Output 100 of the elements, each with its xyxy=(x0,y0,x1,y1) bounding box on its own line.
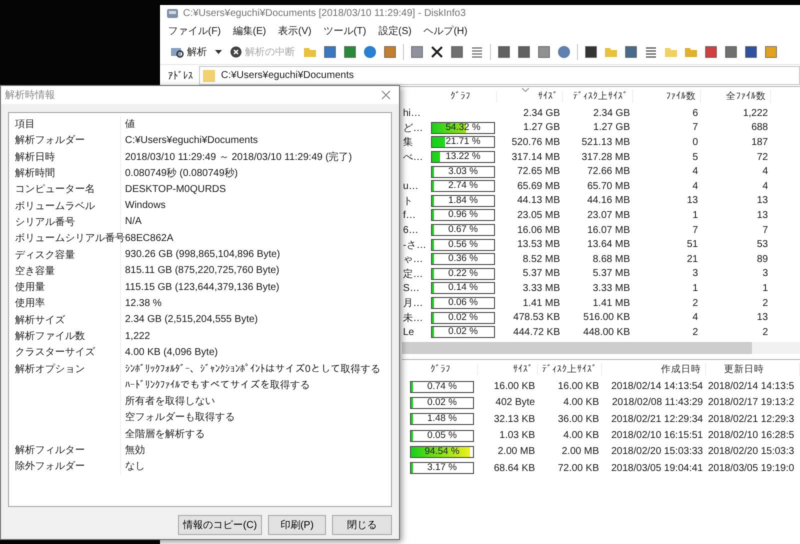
table-cell: 2.00 MB xyxy=(562,446,599,458)
table-cell: 72 xyxy=(756,152,768,163)
column-header[interactable]: ﾃﾞｨｽｸ上ｻｲｽﾞ xyxy=(563,90,633,103)
item-value: 無効 xyxy=(125,445,145,456)
item-label: 解析時間 xyxy=(15,166,55,180)
item-label: 除外フォルダー xyxy=(15,460,85,474)
table-cell: 13 xyxy=(686,195,698,206)
table-cell: 7 xyxy=(762,224,768,236)
table-cell: 4 xyxy=(762,166,768,178)
item-label: クラスターサイズ xyxy=(15,346,95,360)
table-cell: 187 xyxy=(751,136,768,148)
list-icon[interactable] xyxy=(644,45,658,59)
table-cell: 月… xyxy=(403,298,423,310)
table-cell: 688 xyxy=(751,122,768,134)
item-value: なし xyxy=(125,461,145,472)
table-cell: 3.33 MB xyxy=(592,282,630,294)
table-cell: 444.72 KB xyxy=(513,326,560,338)
menu-item[interactable]: 編集(E) xyxy=(232,24,266,38)
table-cell: 7 xyxy=(692,224,698,236)
table-cell: 36.00 KB xyxy=(558,414,599,425)
table-cell: 8.68 MB xyxy=(592,254,630,265)
table-cell: 521.13 MB xyxy=(582,136,630,148)
table-cell: 1 xyxy=(692,282,698,294)
item-label: コンピューター名 xyxy=(15,183,95,196)
column-header[interactable]: ﾃﾞｨｽｸ上ｻｲｽﾞ xyxy=(538,362,602,376)
item-label: 解析日時 xyxy=(15,150,55,164)
table-cell: 1 xyxy=(692,210,698,221)
table-cell: 未… xyxy=(403,312,423,324)
table-cell: 2018/02/20 15:03:33 xyxy=(611,446,703,458)
percent-bar: 3.03 % xyxy=(431,166,495,178)
table-cell: 16.07 MB xyxy=(587,224,630,236)
item-label: ディスク容量 xyxy=(15,248,75,262)
table-cell: 13 xyxy=(756,195,768,206)
menu-item[interactable]: 設定(S) xyxy=(378,24,412,38)
column-header[interactable]: ｻｲｽﾞ xyxy=(497,91,563,102)
table-cell: u… xyxy=(403,180,419,192)
table-cell: 0 xyxy=(692,136,698,148)
column-header[interactable]: ｸﾞﾗﾌ xyxy=(408,364,478,374)
window-title: C:¥Users¥eguchi¥Documents [2018/03/10 11:29:49] - DiskInfo3 xyxy=(183,8,466,19)
table-cell: 72.66 MB xyxy=(587,166,630,178)
menu-item[interactable]: 表示(V) xyxy=(278,24,312,38)
table-cell: 16.00 KB xyxy=(494,381,535,392)
item-value: C:¥Users¥eguchi¥Documents xyxy=(125,134,258,146)
menu-item[interactable]: ヘルプ(H) xyxy=(424,24,468,38)
column-header[interactable]: ﾌｧｲﾙ数 xyxy=(633,90,701,103)
table-cell: 2 xyxy=(762,326,768,338)
toolbar-button[interactable]: 解析 xyxy=(168,45,209,59)
table-cell: 6 xyxy=(692,108,698,119)
dialog-button[interactable]: 情報のコピー(C) xyxy=(178,515,262,535)
item-value: 115.15 GB (123,644,379,136 Byte) xyxy=(125,282,280,293)
item-value: 1,222 xyxy=(125,330,150,342)
caret-icon[interactable] xyxy=(215,50,222,54)
percent-bar: 13.22 % xyxy=(431,151,495,164)
dialog-button[interactable]: 印刷(P) xyxy=(268,515,326,535)
item-label: 解析ファイル数 xyxy=(15,330,85,343)
column-header[interactable]: 全ﾌｧｲﾙ数 xyxy=(701,90,771,103)
table-cell: 4 xyxy=(692,166,698,178)
table-cell: S… xyxy=(403,282,420,294)
address-field[interactable]: C:¥Users¥eguchi¥Documents xyxy=(199,66,800,85)
percent-bar: 0.67 % xyxy=(431,224,495,236)
percent-bar: 21.71 % xyxy=(431,136,495,148)
percent-bar: 0.56 % xyxy=(431,238,495,251)
percent-bar: 0.96 % xyxy=(431,209,495,222)
table-cell: 1.41 MB xyxy=(592,298,630,309)
column-header[interactable]: ｻｲｽﾞ xyxy=(478,364,538,374)
dialog-button[interactable]: 閉じる xyxy=(332,515,392,535)
column-header[interactable]: ｸﾞﾗﾌ xyxy=(429,91,497,102)
table-cell: 4.00 KB xyxy=(563,397,599,408)
table-cell: 2018/02/14 14:13:5 xyxy=(708,381,794,392)
item-value: 空フォルダーも取得する xyxy=(125,412,235,424)
table-cell: 23.07 MB xyxy=(587,210,630,221)
table-cell: 1.27 GB xyxy=(593,122,630,134)
table-cell: 13.64 MB xyxy=(587,239,630,250)
table-cell: 5.37 MB xyxy=(592,268,630,280)
table-cell: 21 xyxy=(686,254,698,265)
percent-bar: 0.14 % xyxy=(431,282,495,294)
table-cell: 44.16 MB xyxy=(587,195,630,206)
list-icon[interactable] xyxy=(470,45,484,59)
item-value: ｼﾝﾎﾞﾘｯｸﾌｫﾙﾀﾞｰ、ｼﾞｬﾝｸｼｮﾝﾎﾟｲﾝﾄはサイズ0として取得する xyxy=(125,364,381,375)
menu-item[interactable]: ツール(T) xyxy=(323,24,366,38)
table-cell: 5 xyxy=(692,152,698,163)
table-cell: 2018/02/20 15:03:3 xyxy=(708,446,794,458)
table-cell: 72.65 MB xyxy=(517,166,560,178)
table-cell: 4 xyxy=(762,180,768,192)
percent-bar: 0.74 % xyxy=(410,380,474,393)
delete-icon[interactable] xyxy=(430,45,444,59)
table-cell: 2018/02/10 16:28:5 xyxy=(708,430,794,442)
table-cell: 8.52 MB xyxy=(522,254,560,265)
percent-bar: 0.22 % xyxy=(431,268,495,280)
close-icon[interactable] xyxy=(381,90,391,100)
column-header[interactable]: 作成日時 xyxy=(602,362,706,376)
column-header[interactable]: 更新日時 xyxy=(706,362,800,376)
table-cell: ど… xyxy=(403,122,423,134)
table-cell: 32.13 KB xyxy=(494,414,535,425)
item-value: 815.11 GB (875,220,725,760 Byte) xyxy=(125,265,280,276)
percent-bar: 2.74 % xyxy=(431,180,495,192)
menu-item[interactable]: ファイル(F) xyxy=(168,24,221,38)
table-cell: 317.28 MB xyxy=(582,152,630,163)
percent-bar: 3.17 % xyxy=(410,462,474,474)
item-value: ﾊｰﾄﾞﾘﾝｸﾌｧｲﾙでもすべてサイズを取得する xyxy=(125,380,310,391)
